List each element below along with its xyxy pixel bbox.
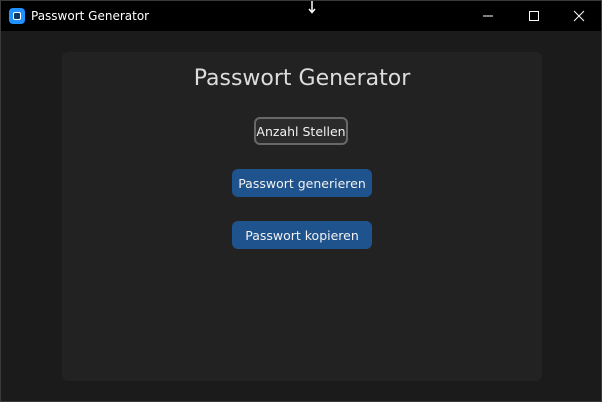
maximize-button[interactable] [511,1,557,31]
copy-password-button[interactable]: Passwort kopieren [232,221,372,249]
close-button[interactable] [556,1,601,31]
app-window: Passwort Generator Passwort Generator An… [0,0,602,402]
app-icon [9,8,25,24]
close-icon [573,10,585,22]
minimize-button[interactable] [465,1,511,31]
page-title: Passwort Generator [193,66,411,91]
window-title: Passwort Generator [31,9,150,23]
title-bar[interactable]: Passwort Generator [1,1,601,31]
mouse-cursor-icon [308,1,316,14]
content-panel [62,52,542,381]
digits-count-button[interactable]: Anzahl Stellen [254,117,348,145]
minimize-icon [483,15,493,17]
generate-password-button[interactable]: Passwort generieren [232,169,372,197]
maximize-icon [529,11,539,21]
